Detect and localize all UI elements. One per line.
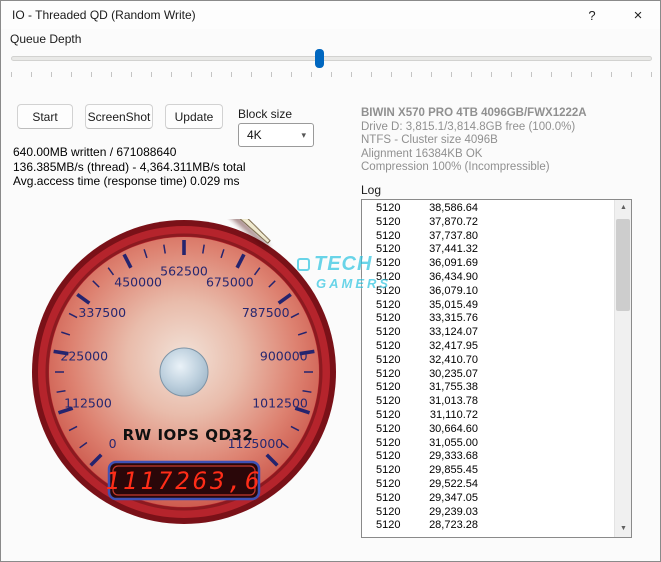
block-size-value: 4K [247,128,262,142]
log-row[interactable]: 5120 36,434.90 [362,271,614,285]
log-row[interactable]: 5120 32,410.70 [362,354,614,368]
queue-depth-label: Queue Depth [10,32,82,46]
gauge-scale-label: 787500 [242,305,290,320]
log-row[interactable]: 5120 33,124.07 [362,326,614,340]
log-row[interactable]: 5120 31,013.78 [362,395,614,409]
log-label: Log [361,183,382,197]
log-row[interactable]: 5120 36,079.10 [362,285,614,299]
log-row[interactable]: 5120 28,723.28 [362,519,614,533]
log-row[interactable]: 5120 29,522.54 [362,478,614,492]
log-row[interactable]: 5120 37,737.80 [362,230,614,244]
drive-info-lines: Drive D: 3,815.1/3,814.8GB free (100.0%)… [361,121,587,175]
log-row[interactable]: 5120 37,870.72 [362,216,614,230]
gauge-hub [159,347,209,397]
log-row[interactable]: 5120 32,417.95 [362,340,614,354]
screenshot-button[interactable]: ScreenShot [85,104,153,129]
log-row[interactable]: 5120 37,441.32 [362,243,614,257]
update-button[interactable]: Update [165,104,223,129]
queue-depth-slider[interactable] [11,49,652,79]
help-button[interactable]: ? [576,3,608,27]
close-button[interactable]: × [622,3,654,27]
iops-gauge: 0 112500 225000 337500 450000 562500 675000 787… [31,139,337,525]
digital-readout: 1117263,6 [105,467,262,495]
drive-info: BIWIN X570 PRO 4TB 4096GB/FWX1222A Drive… [361,107,587,175]
log-list[interactable]: 5120 38,586.64 5120 37,870.72 5120 37,737.80 5… [361,199,632,538]
log-row[interactable]: 5120 33,315.76 [362,312,614,326]
log-row[interactable]: 5120 30,235.07 [362,368,614,382]
log-scrollbar[interactable]: ▲ ▼ [614,200,631,537]
gauge-title: RW IOPS QD32 [123,426,254,444]
gauge-scale-label: 225000 [60,349,108,364]
gauge-scale-label: 0 [109,436,117,451]
start-button[interactable]: Start [17,104,73,129]
log-row[interactable]: 5120 35,015.49 [362,299,614,313]
gauge-svg: 0 112500 225000 337500 450000562500675000 787… [32,139,336,524]
queue-depth-thumb[interactable] [314,49,324,68]
titlebar[interactable]: IO - Threaded QD (Random Write) ? × [1,1,660,29]
drive-info-line: Compression 100% (Incompressible) [361,161,550,173]
slider-ticks [11,72,652,77]
gauge-scale-label: 675000 [206,275,254,290]
scroll-down-icon[interactable]: ▼ [615,521,631,537]
gauge-scale-label: 112500 [64,396,112,411]
run-stats: 640.00MB written / 671088640 136.385MB/s… [13,145,246,189]
gauge-scale-label: 562500 [160,264,208,279]
scrollbar-thumb[interactable] [616,219,630,311]
log-row[interactable]: 5120 31,110.72 [362,409,614,423]
access-time-stat: Avg.access time (response time) 0.029 ms [13,174,240,188]
log-row[interactable]: 5120 29,855.45 [362,464,614,478]
scroll-up-icon[interactable]: ▲ [615,200,631,216]
app-window: IO - Threaded QD (Random Write) ? × Queu… [0,0,661,562]
block-size-select[interactable]: 4K ▾ [238,123,314,147]
slider-track[interactable] [11,56,652,61]
log-row[interactable]: 5120 30,664.60 [362,423,614,437]
window-title: IO - Threaded QD (Random Write) [12,8,196,22]
drive-info-line: Drive D: 3,815.1/3,814.8GB free (100.0%) [361,120,576,133]
gauge-scale-label: 450000 [114,275,162,290]
log-list-rows: 5120 38,586.64 5120 37,870.72 5120 37,737.80 5… [362,202,614,533]
log-row[interactable]: 5120 36,091.69 [362,257,614,271]
gauge-scale-label: 337500 [78,305,126,320]
gauge-scale-label: 1012500 [252,396,308,411]
drive-info-line: NTFS - Cluster size 4096B [361,134,498,146]
block-size-label: Block size [238,107,293,121]
log-row[interactable]: 5120 31,055.00 [362,437,614,451]
drive-model: BIWIN X570 PRO 4TB 4096GB/FWX1222A [361,107,587,119]
log-row[interactable]: 5120 29,347.05 [362,492,614,506]
drive-info-line: Alignment 16384KB OK [361,147,483,160]
chevron-down-icon: ▾ [301,130,306,140]
log-row[interactable]: 5120 31,755.38 [362,381,614,395]
written-stat: 640.00MB written / 671088640 [13,145,177,159]
log-row[interactable]: 5120 29,333.68 [362,450,614,464]
gauge-scale-label: 900000 [260,349,308,364]
log-row[interactable]: 5120 29,239.03 [362,506,614,520]
log-row[interactable]: 5120 38,586.64 [362,202,614,216]
throughput-stat: 136.385MB/s (thread) - 4,364.311MB/s tot… [13,159,246,174]
